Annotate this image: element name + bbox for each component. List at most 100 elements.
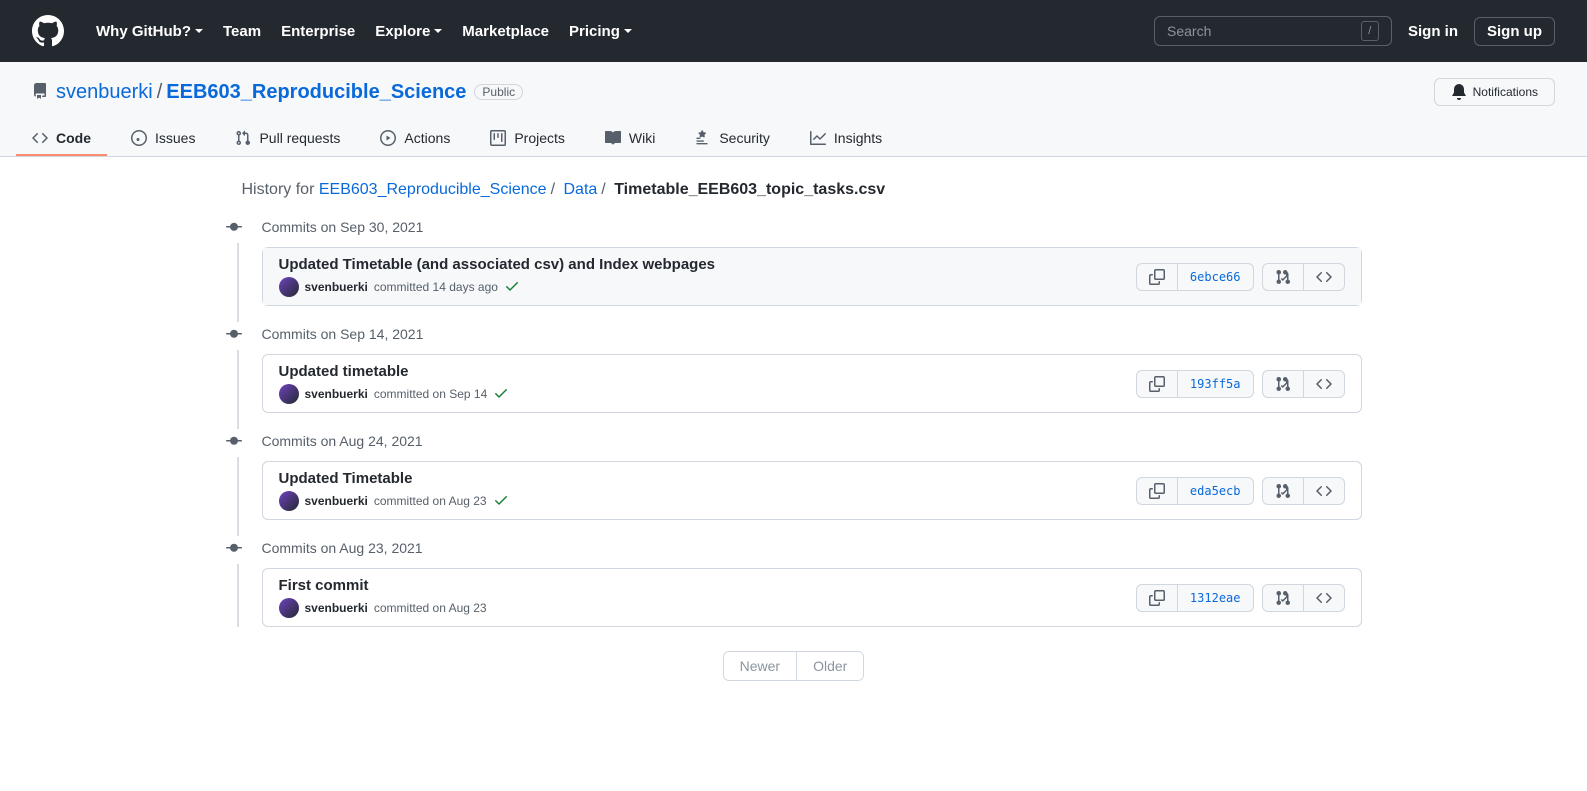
nav-why-github-[interactable]: Why GitHub? — [96, 23, 203, 40]
nav-explore[interactable]: Explore — [375, 23, 442, 40]
header-right: / Sign in Sign up — [1154, 16, 1555, 46]
commit-group-date: Commits on Sep 30, 2021 — [262, 215, 1362, 239]
avatar[interactable] — [279, 491, 299, 511]
commit-item: Updated Timetable (and associated csv) a… — [263, 248, 1361, 305]
commit-group: Commits on Sep 30, 2021 Updated Timetable… — [226, 215, 1362, 306]
sign-up-button[interactable]: Sign up — [1474, 17, 1555, 46]
commit-title-link[interactable]: Updated timetable — [279, 363, 1136, 380]
sha-group: 6ebce66 — [1136, 263, 1254, 291]
nav-enterprise[interactable]: Enterprise — [281, 23, 355, 40]
github-logo[interactable] — [32, 15, 64, 47]
commit-node-icon — [226, 433, 242, 452]
check-icon[interactable] — [493, 385, 509, 404]
view-code-button[interactable] — [1303, 477, 1345, 505]
commit-group-date: Commits on Sep 14, 2021 — [262, 322, 1362, 346]
repo-name-link[interactable]: EEB603_Reproducible_Science — [166, 81, 466, 104]
commit-info: Updated Timetable svenbuerki committed on … — [279, 470, 1136, 511]
view-code-button[interactable] — [1303, 370, 1345, 398]
global-header: Why GitHub? Team Enterprise Explore Marketpl… — [0, 0, 1587, 62]
notifications-label: Notifications — [1473, 85, 1538, 99]
commit-list: Updated timetablesvenbuerkicommitted on … — [262, 354, 1362, 413]
commit-author-link[interactable]: svenbuerki — [305, 387, 368, 401]
copy-sha-button[interactable] — [1136, 263, 1177, 291]
view-code-button[interactable] — [1303, 263, 1345, 291]
nav-marketplace[interactable]: Marketplace — [462, 23, 549, 40]
sha-link[interactable]: eda5ecb — [1177, 477, 1254, 505]
pagination: Newer Older — [226, 651, 1362, 681]
view-code-button[interactable] — [1303, 584, 1345, 612]
repo-header: svenbuerki / EEB603_Reproducible_Science… — [0, 62, 1587, 157]
commit-title-link[interactable]: Updated Timetable — [279, 470, 1136, 487]
repo-owner-link[interactable]: svenbuerki — [56, 81, 153, 104]
sha-group: 193ff5a — [1136, 370, 1254, 398]
tab-code[interactable]: Code — [16, 122, 107, 156]
tab-pull-requests[interactable]: Pull requests — [219, 122, 356, 156]
older-button: Older — [797, 652, 863, 680]
tab-icon — [810, 130, 826, 146]
commit-meta: svenbuerki committed on Aug 23 — [279, 491, 1136, 511]
breadcrumb-link[interactable]: EEB603_Reproducible_Science — [319, 181, 547, 198]
copy-sha-button[interactable] — [1136, 584, 1177, 612]
search-input[interactable] — [1167, 23, 1361, 39]
tab-icon — [695, 130, 711, 146]
tab-wiki[interactable]: Wiki — [589, 122, 671, 156]
sign-in-link[interactable]: Sign in — [1408, 23, 1458, 40]
notifications-button[interactable]: Notifications — [1434, 78, 1555, 106]
sha-link[interactable]: 193ff5a — [1177, 370, 1254, 398]
commit-info: First commit svenbuerki committed on Aug 2… — [279, 577, 1136, 618]
sha-link[interactable]: 6ebce66 — [1177, 263, 1254, 291]
tab-insights[interactable]: Insights — [794, 122, 898, 156]
nav-links: Why GitHub? Team Enterprise Explore Marketpl… — [96, 23, 632, 40]
commit-node-icon — [226, 326, 242, 345]
copy-sha-button[interactable] — [1136, 370, 1177, 398]
repo-actions: Notifications — [1434, 78, 1555, 106]
commit-group-date: Commits on Aug 23, 2021 — [262, 536, 1362, 560]
browse-tree-button[interactable] — [1262, 584, 1303, 612]
tab-icon — [490, 130, 506, 146]
browse-tree-button[interactable] — [1262, 477, 1303, 505]
check-icon[interactable] — [493, 492, 509, 511]
newer-button: Newer — [724, 652, 797, 680]
chevron-down-icon — [195, 29, 203, 33]
sha-group: eda5ecb — [1136, 477, 1254, 505]
commit-group-date: Commits on Aug 24, 2021 — [262, 429, 1362, 453]
commit-group: Commits on Aug 24, 2021 Updated Timetable… — [226, 429, 1362, 520]
breadcrumb-prefix: History for — [242, 181, 315, 198]
commit-author-link[interactable]: svenbuerki — [305, 601, 368, 615]
nav-team[interactable]: Team — [223, 23, 261, 40]
commit-title-link[interactable]: First commit — [279, 577, 1136, 594]
repo-nav: CodeIssuesPull requestsActionsProjectsWi… — [0, 122, 1587, 156]
commit-title-link[interactable]: Updated Timetable (and associated csv) a… — [279, 256, 1136, 273]
commit-when: committed on Aug 23 — [374, 494, 487, 508]
browse-tree-button[interactable] — [1262, 263, 1303, 291]
breadcrumb-current: Timetable_EEB603_topic_tasks.csv — [614, 181, 885, 198]
search-box[interactable]: / — [1154, 16, 1392, 46]
browse-group — [1262, 584, 1345, 612]
check-icon[interactable] — [504, 278, 520, 297]
slash-key-hint: / — [1361, 21, 1379, 41]
commit-author-link[interactable]: svenbuerki — [305, 280, 368, 294]
commit-node-icon — [226, 540, 242, 559]
avatar[interactable] — [279, 384, 299, 404]
tab-icon — [235, 130, 251, 146]
commit-group: Commits on Sep 14, 2021 Updated timetable… — [226, 322, 1362, 413]
commit-author-link[interactable]: svenbuerki — [305, 494, 368, 508]
avatar[interactable] — [279, 598, 299, 618]
nav-pricing[interactable]: Pricing — [569, 23, 632, 40]
breadcrumb: History for EEB603_Reproducible_Science/… — [226, 181, 1362, 199]
tab-icon — [131, 130, 147, 146]
tab-security[interactable]: Security — [679, 122, 786, 156]
commit-info: Updated Timetable (and associated csv) a… — [279, 256, 1136, 297]
tab-actions[interactable]: Actions — [364, 122, 466, 156]
commit-when: committed on Aug 23 — [374, 601, 487, 615]
tab-icon — [32, 130, 48, 146]
avatar[interactable] — [279, 277, 299, 297]
copy-sha-button[interactable] — [1136, 477, 1177, 505]
tab-issues[interactable]: Issues — [115, 122, 211, 156]
browse-tree-button[interactable] — [1262, 370, 1303, 398]
tab-projects[interactable]: Projects — [474, 122, 581, 156]
commit-meta: svenbuerkicommitted 14 days ago — [279, 277, 1136, 297]
breadcrumb-link[interactable]: Data — [563, 181, 597, 198]
commit-actions: 1312eae — [1136, 584, 1345, 612]
sha-link[interactable]: 1312eae — [1177, 584, 1254, 612]
